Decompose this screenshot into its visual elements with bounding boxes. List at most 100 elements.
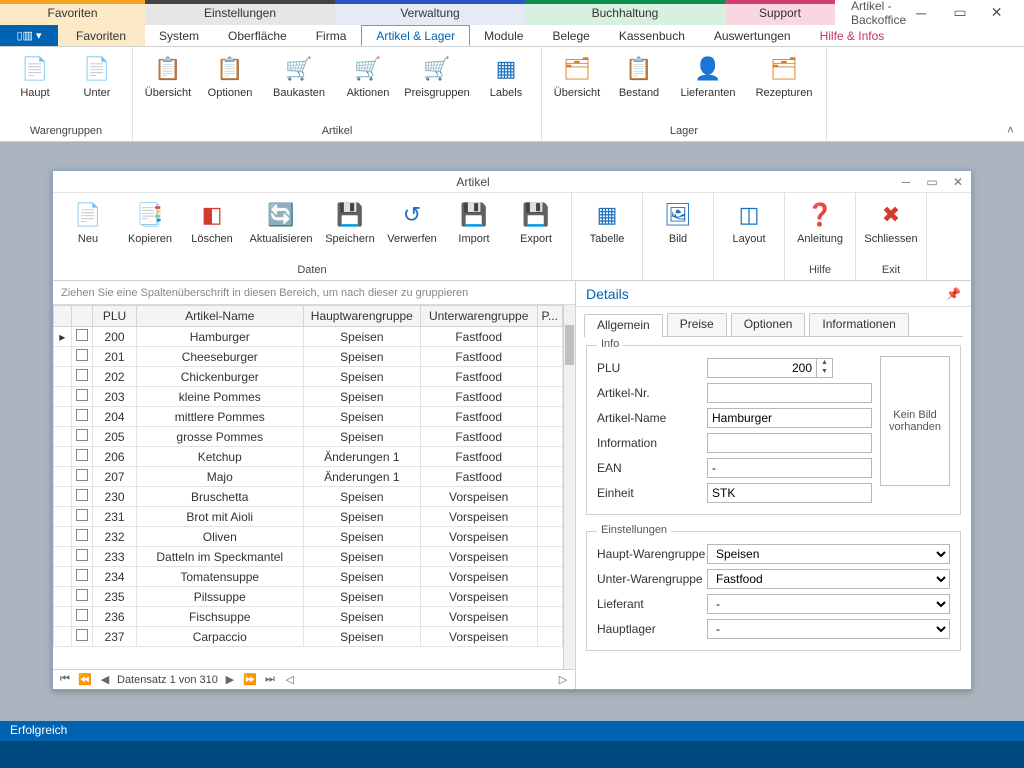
row-checkbox[interactable] — [76, 529, 88, 541]
artikelname-input[interactable] — [707, 408, 872, 428]
ribbon-tab-system[interactable]: System — [145, 25, 214, 46]
context-tab-favoriten[interactable]: Favoriten — [0, 0, 145, 25]
nav-nextpage-button[interactable]: ⏩ — [242, 673, 258, 686]
ribbon-tab-favoriten[interactable]: Favoriten — [58, 25, 145, 46]
close-button[interactable]: ✕ — [981, 4, 1018, 21]
row-checkbox[interactable] — [76, 569, 88, 581]
ribbon-labels-button[interactable]: ▦Labels — [477, 51, 535, 123]
ribbon-tab-module[interactable]: Module — [470, 25, 538, 46]
ribbon-baukasten-button[interactable]: 🛒Baukasten — [263, 51, 335, 123]
nav-scroll-left[interactable]: ◁ — [282, 673, 298, 686]
nav-last-button[interactable]: ⏭ — [262, 673, 278, 686]
col-artikelname[interactable]: Artikel-Name — [136, 306, 303, 327]
minimize-button[interactable]: ─ — [906, 5, 943, 21]
row-checkbox[interactable] — [76, 449, 88, 461]
hauptlager-select[interactable]: - — [707, 619, 950, 639]
verwerfen-button[interactable]: ↺Verwerfen — [383, 197, 441, 262]
nav-next-button[interactable]: ▶ — [222, 673, 238, 686]
child-close-button[interactable]: ✕ — [945, 175, 971, 189]
nav-first-button[interactable]: ⏮ — [57, 673, 73, 686]
file-menu-button[interactable]: ▯▥ ▾ — [0, 25, 58, 46]
unterwarengruppe-select[interactable]: Fastfood — [707, 569, 950, 589]
details-tab-informationen[interactable]: Informationen — [809, 313, 908, 336]
grid-scroll-area[interactable]: PLU Artikel-Name Hauptwarengruppe Unterw… — [53, 305, 563, 669]
table-row[interactable]: ▸200HamburgerSpeisenFastfood — [54, 327, 563, 347]
context-tab-verwaltung[interactable]: Verwaltung — [335, 0, 525, 25]
row-checkbox[interactable] — [76, 389, 88, 401]
neu-button[interactable]: 📄Neu — [59, 197, 117, 262]
table-row[interactable]: 232OlivenSpeisenVorspeisen — [54, 527, 563, 547]
ean-input[interactable] — [707, 458, 872, 478]
details-tab-allgemein[interactable]: Allgemein — [584, 314, 663, 337]
ribbon-collapse-button[interactable]: ˄ — [1007, 123, 1014, 137]
image-placeholder[interactable]: Kein Bild vorhanden — [880, 356, 950, 486]
nav-prevpage-button[interactable]: ⏪ — [77, 673, 93, 686]
aktualisieren-button[interactable]: 🔄Aktualisieren — [245, 197, 317, 262]
row-checkbox[interactable] — [76, 589, 88, 601]
table-row[interactable]: 236FischsuppeSpeisenVorspeisen — [54, 607, 563, 627]
ribbon-tab-artikel-lager[interactable]: Artikel & Lager — [361, 25, 470, 46]
details-tab-optionen[interactable]: Optionen — [731, 313, 806, 336]
context-tab-support[interactable]: Support — [725, 0, 835, 25]
context-tab-einstellungen[interactable]: Einstellungen — [145, 0, 335, 25]
pin-icon[interactable]: 📌 — [946, 287, 961, 301]
maximize-button[interactable]: ▭ — [943, 4, 980, 21]
ribbon-tab-oberflaeche[interactable]: Oberfläche — [214, 25, 302, 46]
speichern-button[interactable]: 💾Speichern — [321, 197, 379, 262]
row-checkbox[interactable] — [76, 489, 88, 501]
row-checkbox[interactable] — [76, 349, 88, 361]
child-minimize-button[interactable]: ─ — [893, 175, 919, 189]
table-row[interactable]: 235PilssuppeSpeisenVorspeisen — [54, 587, 563, 607]
group-panel[interactable]: Ziehen Sie eine Spaltenüberschrift in di… — [53, 281, 575, 305]
ribbon-tab-auswertungen[interactable]: Auswertungen — [700, 25, 806, 46]
kopieren-button[interactable]: 📑Kopieren — [121, 197, 179, 262]
nav-scroll-right[interactable]: ▷ — [555, 673, 571, 686]
layout-button[interactable]: ◫Layout — [720, 197, 778, 262]
ribbon-optionen-button[interactable]: 📋Optionen — [201, 51, 259, 123]
schliessen-button[interactable]: ✖Schliessen — [862, 197, 920, 262]
ribbon-tab-firma[interactable]: Firma — [302, 25, 362, 46]
table-row[interactable]: 203kleine PommesSpeisenFastfood — [54, 387, 563, 407]
lieferant-select[interactable]: - — [707, 594, 950, 614]
row-checkbox[interactable] — [76, 409, 88, 421]
row-checkbox[interactable] — [76, 469, 88, 481]
col-more[interactable]: P... — [537, 306, 563, 327]
table-row[interactable]: 233Datteln im SpeckmantelSpeisenVorspeis… — [54, 547, 563, 567]
row-checkbox[interactable] — [76, 629, 88, 641]
row-checkbox[interactable] — [76, 329, 88, 341]
child-maximize-button[interactable]: ▭ — [919, 175, 945, 189]
nav-prev-button[interactable]: ◀ — [97, 673, 113, 686]
ribbon-lieferanten-button[interactable]: 👤Lieferanten — [672, 51, 744, 123]
anleitung-button[interactable]: ❓Anleitung — [791, 197, 849, 262]
col-hauptwarengruppe[interactable]: Hauptwarengruppe — [303, 306, 420, 327]
table-row[interactable]: 204mittlere PommesSpeisenFastfood — [54, 407, 563, 427]
table-row[interactable]: 207MajoÄnderungen 1Fastfood — [54, 467, 563, 487]
bild-button[interactable]: 🖼Bild — [649, 197, 707, 262]
ribbon-uebersicht-button[interactable]: 📋Übersicht — [139, 51, 197, 123]
ribbon-aktionen-button[interactable]: 🛒Aktionen — [339, 51, 397, 123]
ribbon-rezepturen-button[interactable]: 🗂Rezepturen — [748, 51, 820, 123]
export-button[interactable]: 💾Export — [507, 197, 565, 262]
table-row[interactable]: 231Brot mit AioliSpeisenVorspeisen — [54, 507, 563, 527]
ribbon-tab-belege[interactable]: Belege — [538, 25, 604, 46]
plu-input[interactable] — [707, 358, 817, 378]
artikelnr-input[interactable] — [707, 383, 872, 403]
vertical-scrollbar[interactable] — [563, 305, 575, 669]
col-plu[interactable]: PLU — [93, 306, 136, 327]
table-row[interactable]: 205grosse PommesSpeisenFastfood — [54, 427, 563, 447]
ribbon-bestand-button[interactable]: 📋Bestand — [610, 51, 668, 123]
information-input[interactable] — [707, 433, 872, 453]
table-row[interactable]: 237CarpaccioSpeisenVorspeisen — [54, 627, 563, 647]
context-tab-buchhaltung[interactable]: Buchhaltung — [525, 0, 725, 25]
plu-spinner[interactable]: ▲▼ — [817, 358, 833, 378]
table-row[interactable]: 234TomatensuppeSpeisenVorspeisen — [54, 567, 563, 587]
ribbon-unter-button[interactable]: 📄Unter — [68, 51, 126, 123]
loeschen-button[interactable]: ◧Löschen — [183, 197, 241, 262]
table-row[interactable]: 230BruschettaSpeisenVorspeisen — [54, 487, 563, 507]
row-checkbox[interactable] — [76, 429, 88, 441]
table-row[interactable]: 206KetchupÄnderungen 1Fastfood — [54, 447, 563, 467]
row-checkbox[interactable] — [76, 369, 88, 381]
col-checkbox[interactable] — [71, 306, 93, 327]
einheit-input[interactable] — [707, 483, 872, 503]
import-button[interactable]: 💾Import — [445, 197, 503, 262]
